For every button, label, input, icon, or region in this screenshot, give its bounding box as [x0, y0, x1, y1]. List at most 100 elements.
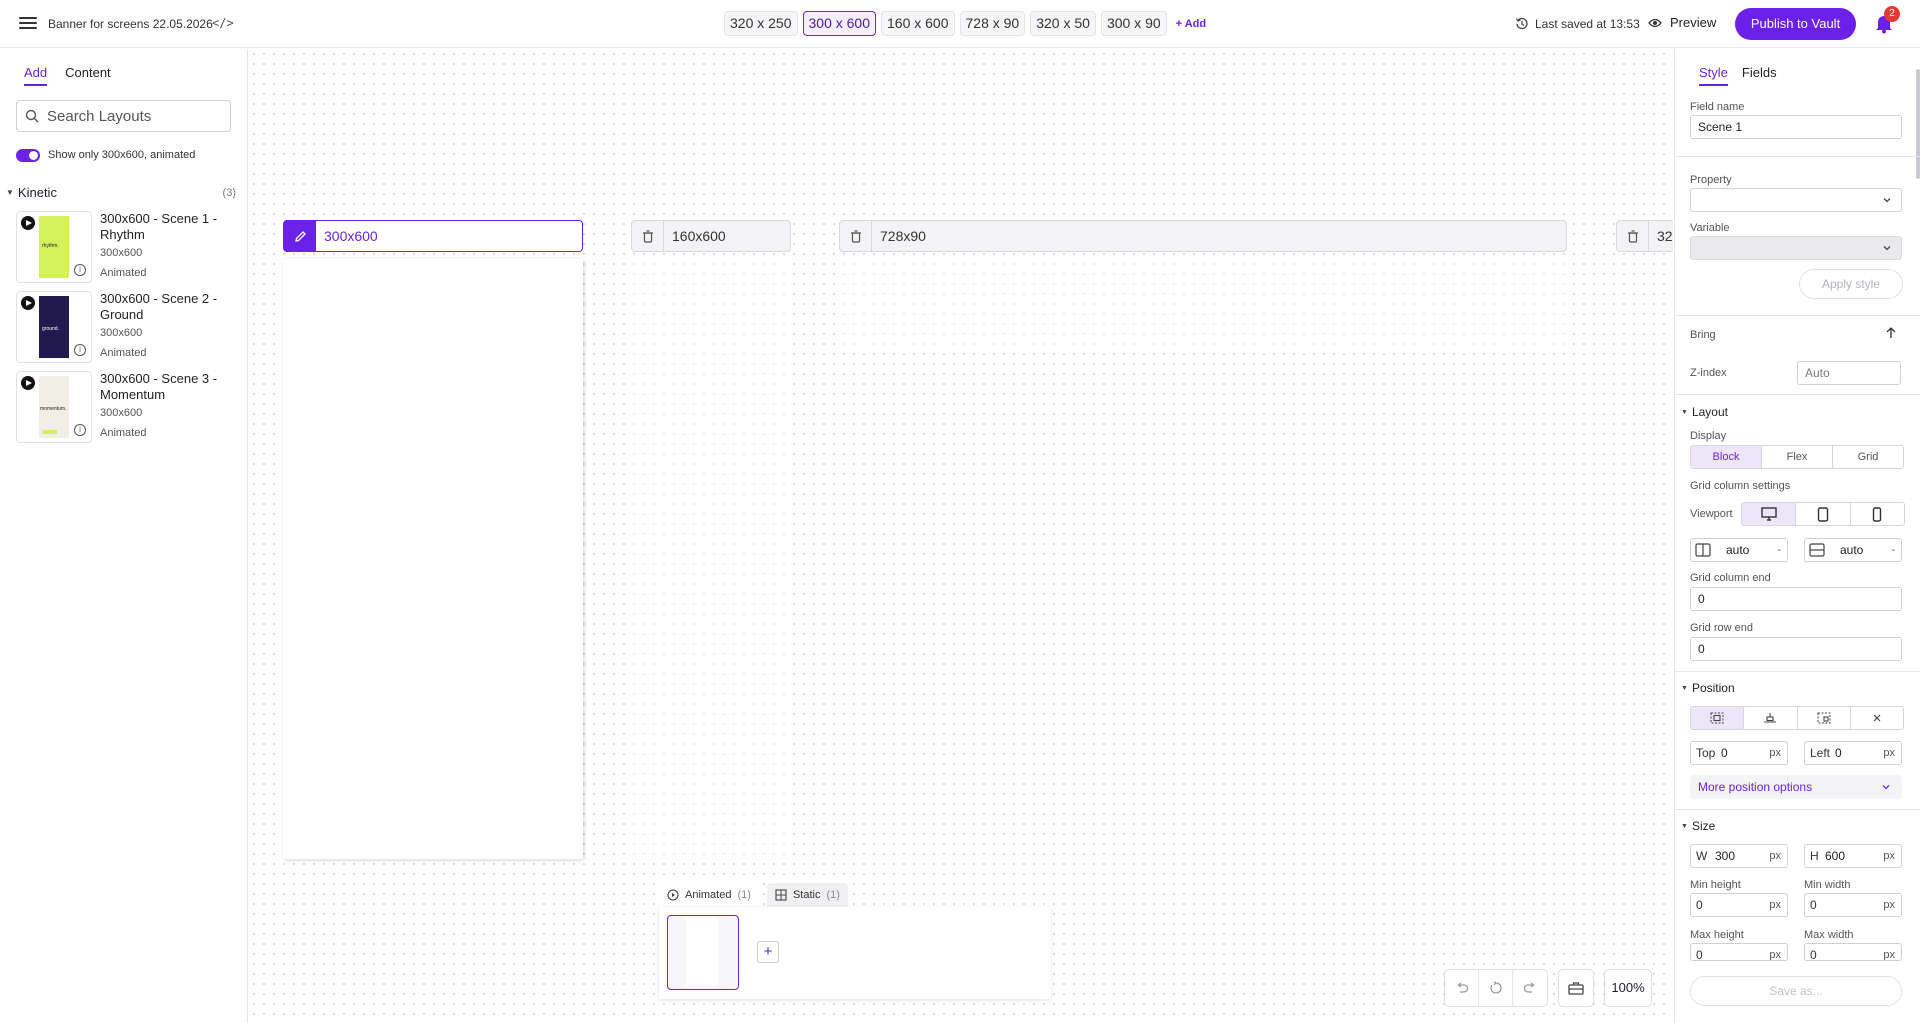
width-prefix: W	[1696, 849, 1708, 863]
delete-icon-box[interactable]	[1617, 221, 1649, 251]
code-icon[interactable]: </>	[212, 16, 234, 30]
decrement-icon[interactable]: -	[1891, 539, 1895, 561]
size-tab-160x600[interactable]: 160 x 600	[881, 11, 955, 36]
max-height-field[interactable]: 0 px	[1690, 943, 1788, 961]
desktop-icon	[1760, 507, 1777, 521]
menu-icon[interactable]	[19, 14, 37, 32]
frame-header-320[interactable]: 32	[1616, 220, 1673, 252]
relative-position-icon	[1764, 713, 1777, 723]
divider	[1675, 156, 1920, 157]
grid-columns-field[interactable]: auto -	[1690, 538, 1788, 562]
display-grid[interactable]: Grid	[1833, 446, 1903, 468]
position-static[interactable]	[1691, 707, 1745, 729]
add-size-button[interactable]: + Add	[1176, 18, 1206, 30]
eye-icon	[1648, 18, 1662, 27]
size-tab-300x600[interactable]: 300 x 600	[802, 11, 876, 36]
search-input[interactable]	[47, 101, 227, 131]
animated-filter-toggle[interactable]	[16, 149, 40, 162]
undo-button[interactable]	[1445, 970, 1479, 1006]
zindex-input[interactable]: Auto	[1797, 361, 1901, 385]
height-prefix: H	[1810, 849, 1819, 863]
refresh-icon	[1489, 981, 1502, 994]
info-icon[interactable]: i	[74, 344, 86, 356]
layout-type: Animated	[100, 267, 147, 279]
static-position-icon	[1710, 712, 1724, 724]
grid-row-end-input[interactable]: 0	[1690, 637, 1902, 661]
group-kinetic[interactable]: ▼ Kinetic (3)	[6, 185, 236, 200]
display-flex[interactable]: Flex	[1762, 446, 1833, 468]
size-tab-300x90[interactable]: 300 x 90	[1100, 11, 1167, 36]
asset-tools	[1558, 969, 1594, 1007]
max-width-field[interactable]: 0 px	[1804, 943, 1902, 961]
grid-column-end-input[interactable]: 0	[1690, 587, 1902, 611]
decrement-icon[interactable]: -	[1777, 539, 1781, 561]
publish-to-vault-button[interactable]: Publish to Vault	[1735, 8, 1856, 40]
frame-header-728x90[interactable]: 728x90	[839, 220, 1567, 252]
size-tab-320x250[interactable]: 320 x 250	[724, 11, 798, 36]
delete-icon-box[interactable]	[840, 221, 872, 251]
info-icon[interactable]: i	[74, 264, 86, 276]
min-width-value: 0	[1810, 898, 1817, 912]
redo-button[interactable]	[1513, 970, 1547, 1006]
tab-static[interactable]: Static (1)	[766, 883, 848, 907]
save-as-button[interactable]: Save as...	[1690, 976, 1902, 1006]
size-tab-728x90[interactable]: 728 x 90	[959, 11, 1026, 36]
tab-content[interactable]: Content	[65, 65, 111, 86]
position-absolute[interactable]	[1798, 707, 1851, 729]
layout-item-rhythm[interactable]: rhythm. i 300x600 - Scene 1 - Rhythm 300…	[16, 211, 236, 285]
artboard-300x600[interactable]	[283, 259, 583, 859]
height-field[interactable]: H 600 px	[1804, 844, 1902, 868]
preview-button[interactable]: Preview	[1648, 15, 1716, 30]
arrow-up-icon[interactable]	[1883, 325, 1899, 341]
top-field[interactable]: Top 0 px	[1690, 741, 1788, 765]
artboard-728x90[interactable]	[839, 259, 1567, 349]
thumbnail-art: momentum.	[39, 376, 69, 438]
add-scene-button[interactable]: +	[757, 941, 779, 963]
size-section-header[interactable]: ▼ Size	[1681, 819, 1715, 833]
tab-style[interactable]: Style	[1699, 65, 1728, 86]
frame-header-160x600[interactable]: 160x600	[631, 220, 791, 252]
trash-icon	[642, 229, 653, 243]
left-field[interactable]: Left 0 px	[1804, 741, 1902, 765]
briefcase-button[interactable]	[1559, 970, 1593, 1006]
tab-animated[interactable]: Animated (1)	[659, 883, 759, 907]
layout-item-momentum[interactable]: momentum. i 300x600 - Scene 3 - Momentum…	[16, 371, 236, 445]
notification-badge: 2	[1884, 6, 1900, 22]
grid-rows-field[interactable]: auto -	[1804, 538, 1902, 562]
frame-header-300x600[interactable]: 300x600	[283, 220, 583, 252]
size-tab-320x50[interactable]: 320 x 50	[1030, 11, 1096, 36]
artboard-160x600[interactable]	[631, 259, 791, 859]
edit-icon-box[interactable]	[284, 221, 316, 251]
viewport-mobile[interactable]	[1851, 503, 1904, 525]
variable-select[interactable]	[1690, 236, 1902, 260]
position-none[interactable]	[1851, 707, 1903, 729]
field-name-input[interactable]: Scene 1	[1690, 115, 1902, 139]
delete-icon-box[interactable]	[632, 221, 664, 251]
tab-fields[interactable]: Fields	[1742, 65, 1777, 86]
reset-button[interactable]	[1479, 970, 1513, 1006]
apply-style-button[interactable]: Apply style	[1799, 269, 1903, 299]
right-panel-scrollbar[interactable]	[1916, 69, 1920, 179]
tab-add[interactable]: Add	[24, 65, 48, 86]
position-section-header[interactable]: ▼ Position	[1681, 681, 1735, 695]
viewport-desktop[interactable]	[1742, 503, 1797, 525]
min-width-field[interactable]: 0 px	[1804, 893, 1902, 917]
width-field[interactable]: W 300 px	[1690, 844, 1788, 868]
layout-item-ground[interactable]: ground. i 300x600 - Scene 2 - Ground 300…	[16, 291, 236, 365]
layout-section-header[interactable]: ▼ Layout	[1681, 405, 1728, 419]
property-select[interactable]	[1690, 188, 1902, 212]
display-block[interactable]: Block	[1691, 446, 1762, 468]
scene-thumbnail[interactable]	[667, 915, 739, 990]
min-height-field[interactable]: 0 px	[1690, 893, 1788, 917]
info-icon[interactable]: i	[74, 424, 86, 436]
tab-static-count: (1)	[826, 889, 840, 901]
frame-label: 728x90	[880, 228, 926, 244]
variable-label: Variable	[1690, 222, 1730, 234]
width-unit: px	[1769, 850, 1781, 862]
layout-type: Animated	[100, 347, 147, 359]
viewport-tablet[interactable]	[1796, 503, 1851, 525]
zoom-level[interactable]: 100%	[1604, 969, 1652, 1007]
position-relative[interactable]	[1744, 707, 1798, 729]
more-position-options[interactable]: More position options	[1690, 775, 1902, 799]
design-canvas[interactable]: 300x600 160x600 728x90 32 Animated (1) S…	[249, 49, 1673, 1023]
